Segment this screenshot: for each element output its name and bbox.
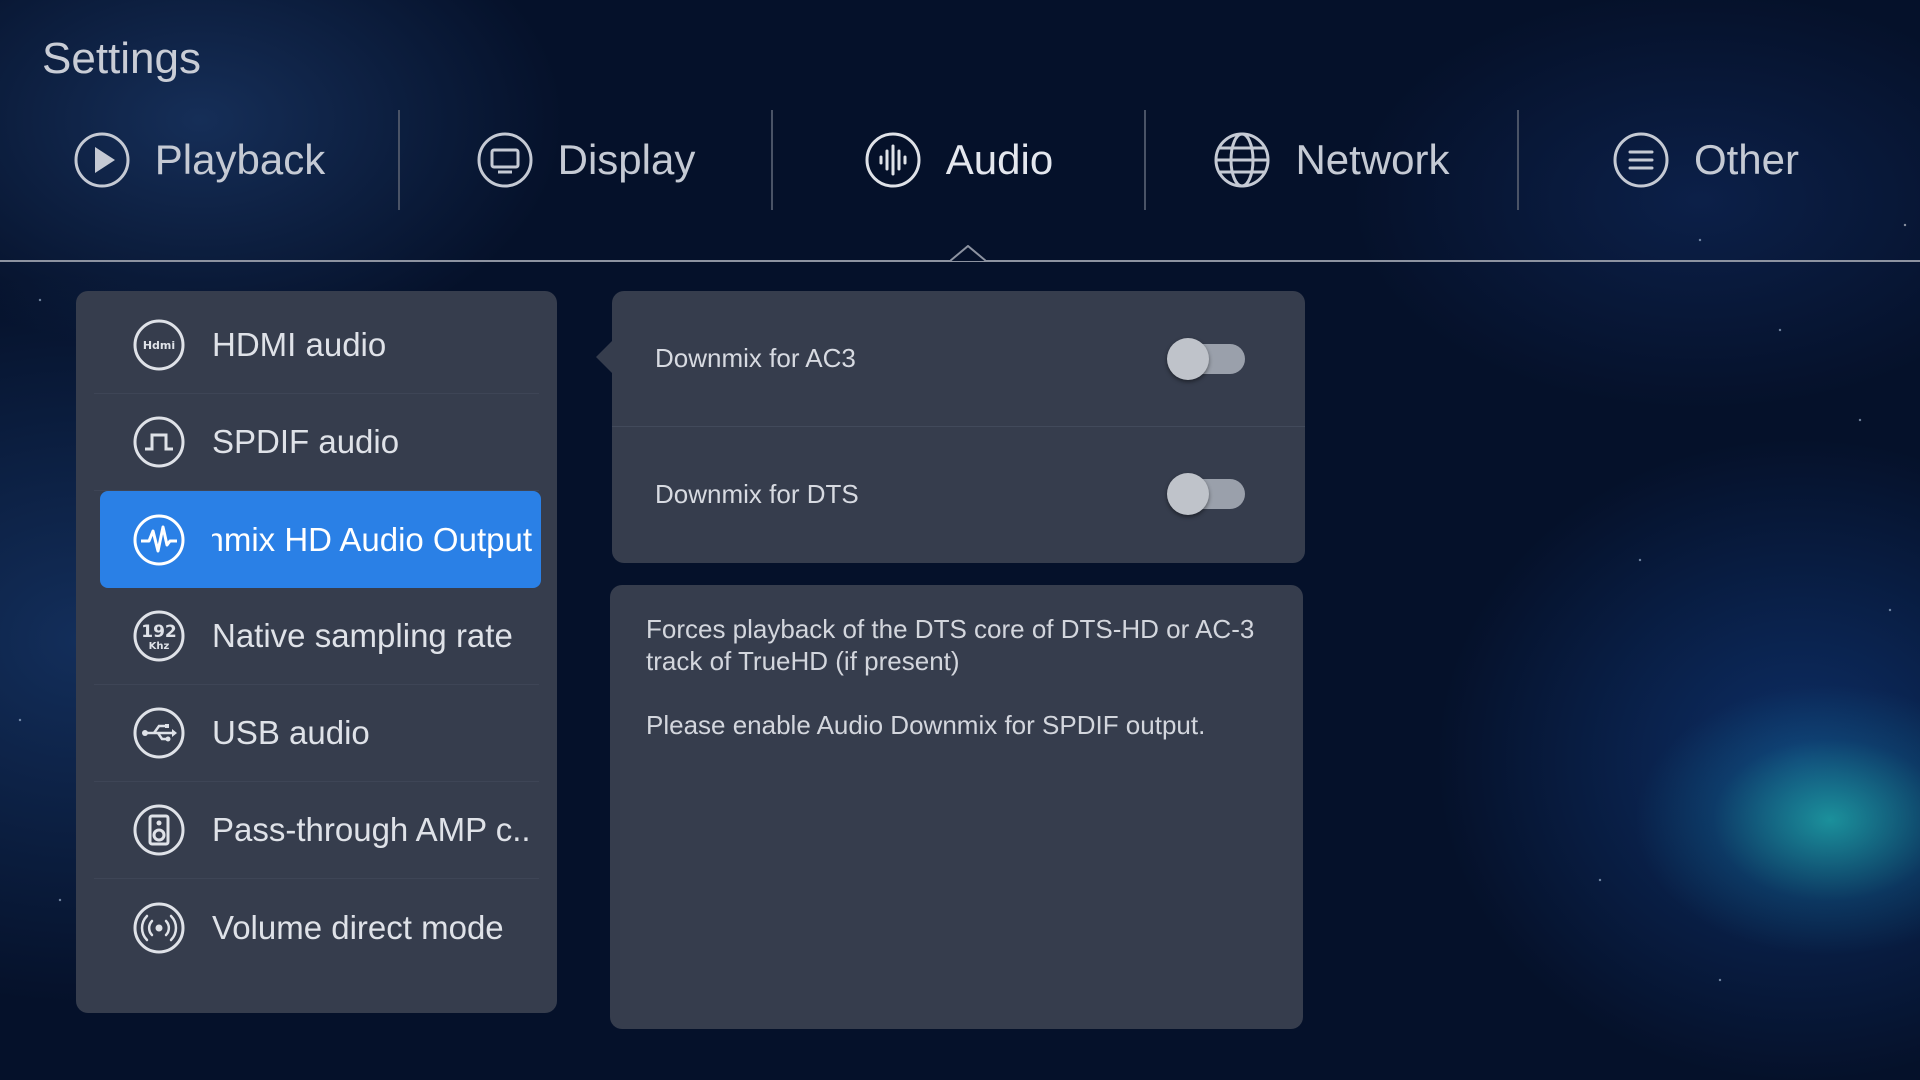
tab-display[interactable]: Display [400,110,773,210]
tab-playback[interactable]: Playback [0,110,400,210]
menu-item-downmix-hd-audio-output[interactable]: Downmix HD Audio Output [100,491,541,588]
panel-pointer-arrow [596,341,612,373]
downmix-dts-toggle[interactable] [1167,473,1247,515]
speaker-icon [133,804,185,856]
toggle-knob [1167,337,1209,380]
tab-label: Audio [945,136,1054,183]
globe-icon [1214,132,1270,188]
menu-item-native-sampling-rate[interactable]: 192 Khz Native sampling rate [94,588,539,685]
description-text: Forces playback of the DTS core of DTS-H… [646,614,1255,676]
svg-text:Khz: Khz [149,641,170,652]
tab-audio[interactable]: Audio [773,110,1146,210]
menu-item-label: Downmix HD Audio Output [212,520,532,558]
tab-label: Playback [154,136,326,183]
menu-item-label: USB audio [212,714,370,751]
downmix-ac3-toggle[interactable] [1167,337,1247,380]
tab-label: Network [1295,136,1450,183]
menu-item-label: Pass-through AMP c.. [212,811,531,848]
active-tab-indicator [950,245,986,262]
option-label: Downmix for DTS [655,478,859,509]
tab-label: Other [1693,136,1800,183]
menu-item-volume-direct-mode[interactable]: Volume direct mode [94,879,539,976]
page-title: Settings [42,34,201,83]
svg-text:Hdmi: Hdmi [143,339,175,352]
display-icon [477,132,533,188]
192khz-icon: 192 Khz [133,610,185,662]
downmix-options-panel: Downmix for AC3 Downmix for DTS [596,291,1305,563]
description-panel: Forces playback of the DTS core of DTS-H… [610,585,1303,1029]
top-tab-bar: Playback Display Audio Network Other [0,110,1920,210]
toggle-knob [1167,473,1209,515]
tab-label: Display [557,136,696,183]
menu-item-spdif-audio[interactable]: SPDIF audio [94,394,539,491]
tab-other[interactable]: Other [1519,110,1892,210]
menu-item-label: HDMI audio [212,326,387,363]
hdmi-icon: Hdmi [133,319,185,371]
description-note: Please enable Audio Downmix for SPDIF ou… [646,710,1206,740]
audio-settings-menu: Hdmi HDMI audio SPDIF audio Downmix HD A… [76,291,557,1013]
menu-icon [1613,132,1669,188]
play-icon [74,132,130,188]
option-downmix-ac3[interactable]: Downmix for AC3 [612,291,1305,426]
spdif-icon [133,416,185,468]
menu-item-label: Volume direct mode [212,908,504,946]
waveform-icon [133,514,185,565]
menu-item-label: Native sampling rate [212,617,513,654]
broadcast-icon [133,902,185,953]
menu-item-pass-through-amp[interactable]: Pass-through AMP c.. [94,782,539,879]
menu-item-hdmi-audio[interactable]: Hdmi HDMI audio [94,297,539,394]
option-downmix-dts[interactable]: Downmix for DTS [612,426,1305,561]
tab-network[interactable]: Network [1146,110,1519,210]
menu-item-usb-audio[interactable]: USB audio [94,685,539,782]
option-label: Downmix for AC3 [655,343,856,373]
usb-icon [133,707,185,759]
svg-text:192: 192 [141,622,177,642]
menu-item-label: SPDIF audio [212,423,400,460]
audio-icon [865,132,921,188]
